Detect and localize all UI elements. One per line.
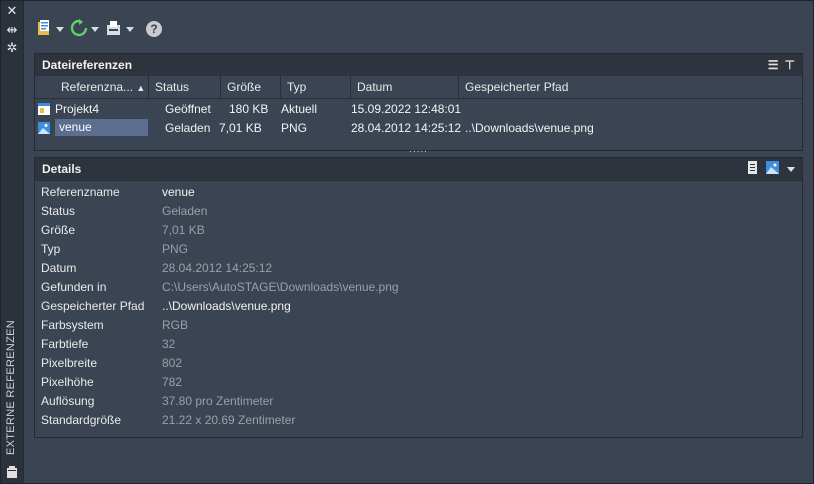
image-file-icon xyxy=(37,121,51,135)
row-name: Projekt4 xyxy=(55,101,100,116)
detail-row: Standardgröße 21.22 x 20.69 Zentimeter xyxy=(41,412,296,427)
detail-row: Pixelbreite 802 xyxy=(41,355,183,370)
chevron-down-icon[interactable] xyxy=(787,166,795,172)
main-toolbar: ? xyxy=(35,17,162,41)
bind-button[interactable] xyxy=(105,19,134,40)
detail-row: Referenzname venue xyxy=(41,184,195,199)
refresh-button[interactable] xyxy=(70,18,99,40)
file-references-table: Referenzna... ▲ Status Größe Typ Datum G… xyxy=(35,76,802,155)
clipboard-icon[interactable] xyxy=(5,465,19,479)
details-list: Referenzname venue Status Geladen Größe 7,0… xyxy=(35,180,802,437)
column-datum[interactable]: Datum xyxy=(351,76,459,98)
splitter-grip[interactable]: ..... xyxy=(409,144,428,155)
preview-icon[interactable] xyxy=(766,161,779,177)
column-referenzname[interactable]: Referenzna... ▲ xyxy=(35,76,149,98)
row-status: Geöffnet xyxy=(165,101,211,116)
table-row[interactable]: Projekt4 Geöffnet 180 KB Aktuell 15.09.2… xyxy=(35,99,802,118)
details-title: Details xyxy=(42,162,82,176)
file-references-header: Dateireferenzen ☰ ⊤ xyxy=(35,54,802,76)
detail-row: Gefunden in C:\Users\AutoSTAGE\Downloads\… xyxy=(41,279,399,294)
details-header: Details xyxy=(35,158,802,180)
row-type: PNG xyxy=(281,120,308,135)
chevron-down-icon[interactable] xyxy=(126,26,134,32)
row-date: 28.04.2012 14:25:12 xyxy=(351,120,461,135)
help-icon[interactable]: ? xyxy=(146,21,162,37)
row-date: 15.09.2022 12:48:01 xyxy=(351,101,461,116)
palette-sidebar: ✕ ⇹ ✲ EXTERNE REFERENZEN xyxy=(1,1,24,483)
detail-row: Status Geladen xyxy=(41,203,208,218)
detail-row: Pixelhöhe 782 xyxy=(41,374,183,389)
column-status[interactable]: Status xyxy=(149,76,221,98)
file-references-title: Dateireferenzen xyxy=(42,58,133,72)
refresh-icon xyxy=(70,18,88,40)
settings-icon[interactable]: ✲ xyxy=(5,41,19,55)
file-references-panel: Dateireferenzen ☰ ⊤ Referenzna... ▲ Stat… xyxy=(34,53,803,155)
row-status: Geladen xyxy=(165,120,211,135)
close-icon[interactable]: ✕ xyxy=(5,4,19,18)
details-view-icon[interactable] xyxy=(748,161,760,177)
column-typ[interactable]: Typ xyxy=(281,76,351,98)
detail-row: Farbtiefe 32 xyxy=(41,336,176,351)
palette-title-vertical: EXTERNE REFERENZEN xyxy=(5,320,17,455)
table-header: Referenzna... ▲ Status Größe Typ Datum G… xyxy=(35,76,802,99)
column-gespeicherter-pfad[interactable]: Gespeicherter Pfad xyxy=(459,76,800,98)
drawing-file-icon xyxy=(37,102,51,116)
table-row[interactable]: venue Geladen 7,01 KB PNG 28.04.2012 14:… xyxy=(35,118,802,137)
detail-row: Farbsystem RGB xyxy=(41,317,189,332)
tree-view-icon[interactable]: ⊤ xyxy=(785,58,795,72)
row-size: 180 KB xyxy=(229,101,269,116)
attach-icon xyxy=(35,19,53,40)
list-view-icon[interactable]: ☰ xyxy=(768,58,779,72)
detail-row: Typ PNG xyxy=(41,241,189,256)
xref-palette: ✕ ⇹ ✲ EXTERNE REFERENZEN ? Dateireferenz… xyxy=(0,0,814,484)
details-panel: Details Referenzname venue Status Geladen … xyxy=(34,157,803,438)
attach-button[interactable] xyxy=(35,19,64,40)
detail-row: Gespeicherter Pfad ..\Downloads\venue.png xyxy=(41,298,291,313)
detail-row: Größe 7,01 KB xyxy=(41,222,205,237)
bind-icon xyxy=(105,19,123,40)
detail-row: Datum 28.04.2012 14:25:12 xyxy=(41,260,273,275)
row-size: 7,01 KB xyxy=(219,120,262,135)
column-groesse[interactable]: Größe xyxy=(221,76,281,98)
chevron-down-icon[interactable] xyxy=(56,26,64,32)
detail-row: Auflösung 37.80 pro Zentimeter xyxy=(41,393,274,408)
pin-icon[interactable]: ⇹ xyxy=(5,23,19,37)
row-name: venue xyxy=(55,119,148,136)
sort-ascending-icon: ▲ xyxy=(136,83,146,93)
chevron-down-icon[interactable] xyxy=(91,26,99,32)
row-type: Aktuell xyxy=(281,101,318,116)
row-path: ..\Downloads\venue.png xyxy=(465,120,594,135)
